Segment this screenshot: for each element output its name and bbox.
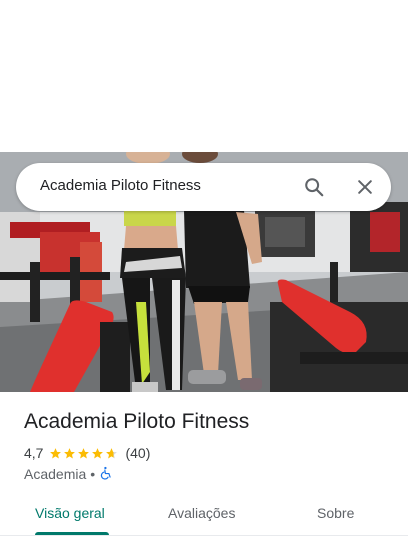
review-count[interactable]: (40)	[125, 445, 150, 461]
tabs-divider	[0, 535, 408, 536]
tab-reviews[interactable]: Avaliações	[168, 505, 235, 521]
tab-overview[interactable]: Visão geral	[35, 505, 105, 521]
rating-stars	[49, 447, 119, 460]
star-icon	[92, 447, 104, 458]
place-title: Academia Piloto Fitness	[24, 410, 250, 433]
separator-dot: •	[90, 466, 96, 482]
star-icon	[50, 447, 62, 458]
search-icon[interactable]	[302, 175, 326, 199]
place-tabs: Visão geral Avaliações Sobre	[0, 494, 408, 544]
search-input[interactable]: Academia Piloto Fitness	[40, 177, 201, 194]
star-icon	[64, 447, 76, 458]
rating-value: 4,7	[24, 445, 44, 461]
place-category: Academia	[24, 466, 87, 482]
tab-about[interactable]: Sobre	[317, 505, 354, 521]
rating-row[interactable]: 4,7 (40)	[24, 444, 150, 462]
map-blank-area	[0, 0, 408, 152]
search-bar[interactable]: Academia Piloto Fitness	[16, 163, 391, 211]
star-half-icon	[106, 447, 118, 458]
close-icon[interactable]	[353, 175, 377, 199]
wheelchair-icon	[99, 466, 113, 483]
star-icon	[78, 447, 90, 458]
category-row: Academia •	[24, 465, 113, 483]
